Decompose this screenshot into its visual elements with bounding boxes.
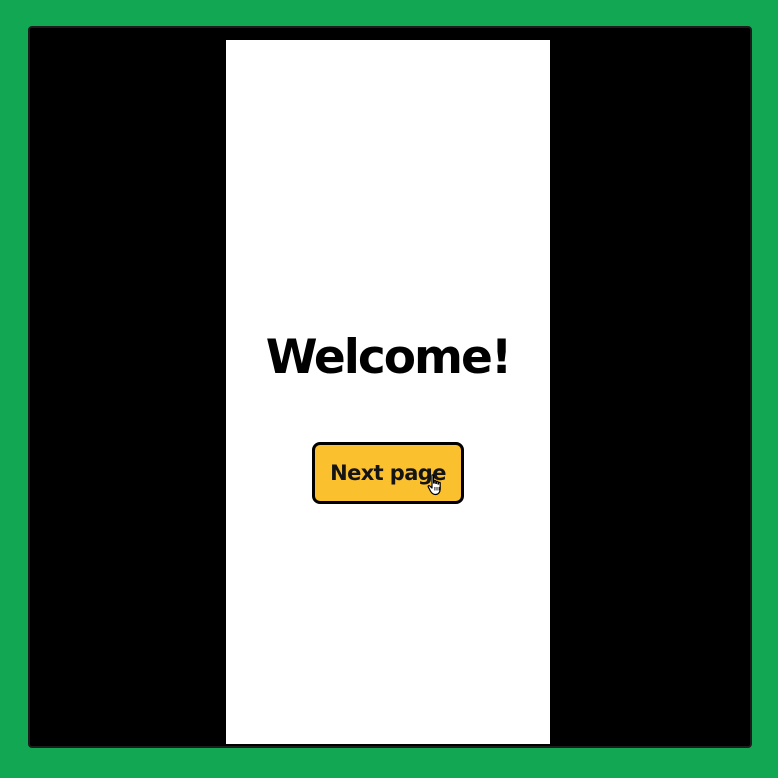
hand-pointer-icon [427, 474, 441, 496]
page-title: Welcome! [265, 330, 513, 385]
phone-screen: Welcome! Next page [226, 40, 550, 744]
next-page-button[interactable]: Next page [312, 442, 464, 504]
device-frame: Welcome! Next page [28, 26, 752, 748]
